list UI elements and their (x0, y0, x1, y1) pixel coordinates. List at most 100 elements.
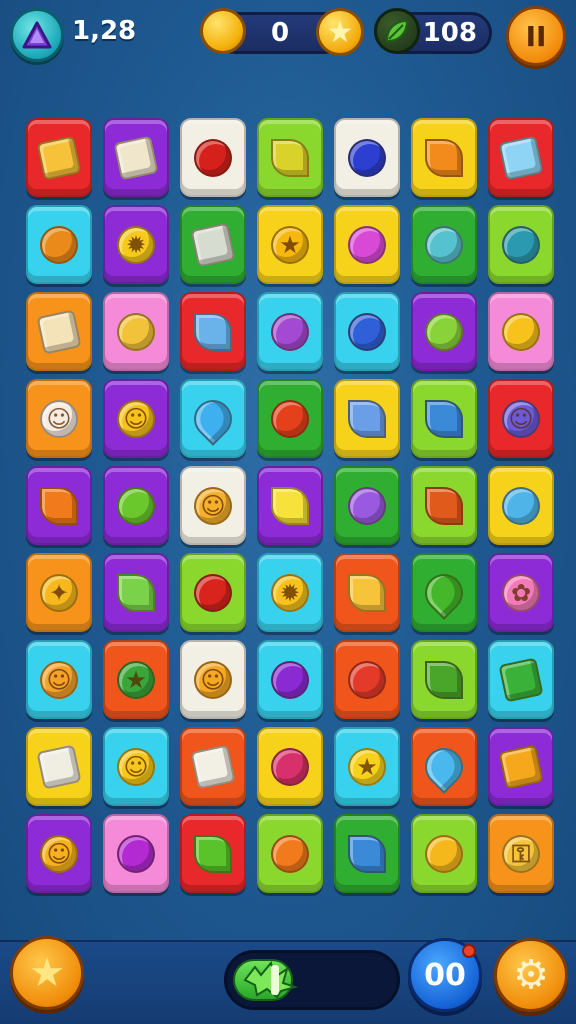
board-tile[interactable] (334, 640, 400, 719)
star-button[interactable]: ★ (10, 936, 84, 1010)
board-tile[interactable]: ✹ (257, 553, 323, 632)
leaf-icon (425, 660, 463, 699)
board-tile[interactable]: ★ (257, 205, 323, 284)
board-tile[interactable] (334, 466, 400, 545)
board-tile[interactable] (411, 379, 477, 458)
leaf-icon (374, 8, 420, 54)
board-tile[interactable]: ★ (103, 640, 169, 719)
board-tile[interactable] (257, 814, 323, 893)
board-tile[interactable] (26, 727, 92, 806)
tile-glyph: ★ (125, 665, 147, 694)
progress-knob[interactable] (271, 965, 279, 995)
board-tile[interactable] (180, 553, 246, 632)
board-tile[interactable] (257, 466, 323, 545)
magenta-candy-icon (117, 834, 155, 873)
board-tile[interactable] (103, 553, 169, 632)
board-tile[interactable] (26, 466, 92, 545)
board-tile[interactable] (26, 292, 92, 371)
board-tile[interactable]: ☺ (488, 379, 554, 458)
board-tile[interactable] (334, 814, 400, 893)
board-tile[interactable] (411, 553, 477, 632)
board-tile[interactable] (488, 640, 554, 719)
cloud-face-icon: ☺ (40, 399, 78, 438)
board-tile[interactable]: ☺ (103, 727, 169, 806)
pause-button[interactable]: II (506, 6, 566, 66)
tile-glyph: ★ (356, 752, 378, 781)
board-tile[interactable] (257, 379, 323, 458)
coin-count: 0 (270, 18, 290, 48)
board-tile[interactable] (26, 118, 92, 197)
sun-face-icon: ☺ (40, 834, 78, 873)
flower-face-icon: ☺ (194, 486, 232, 525)
board-tile[interactable] (180, 205, 246, 284)
star-coin-icon[interactable]: ★ (316, 8, 364, 56)
board-tile[interactable] (180, 292, 246, 371)
acorn-face-icon: ☺ (194, 660, 232, 699)
board-tile[interactable] (488, 118, 554, 197)
board-tile[interactable] (26, 205, 92, 284)
tile-glyph: ☺ (200, 491, 226, 520)
board-tile[interactable] (411, 118, 477, 197)
board-tile[interactable] (334, 379, 400, 458)
board-tile[interactable] (180, 118, 246, 197)
board-tile[interactable] (180, 379, 246, 458)
board-tile[interactable]: ☺ (26, 640, 92, 719)
board-tile[interactable] (257, 118, 323, 197)
board-tile[interactable]: ⚿ (488, 814, 554, 893)
smiley-icon: ☺ (117, 399, 155, 438)
board-tile[interactable]: ☺ (26, 814, 92, 893)
board-tile[interactable] (488, 292, 554, 371)
board-tile[interactable]: ✹ (103, 205, 169, 284)
board-tile[interactable] (334, 118, 400, 197)
magnifier-key-icon (502, 486, 540, 525)
gold-key-icon: ⚿ (502, 834, 540, 873)
board-tile[interactable] (103, 814, 169, 893)
board-tile[interactable] (180, 727, 246, 806)
green-star-icon: ★ (117, 660, 155, 699)
board-tile[interactable] (411, 205, 477, 284)
star-icon: ★ (29, 950, 65, 996)
top-hud: 1,28 0 ★ 108 II (0, 0, 576, 70)
board-tile[interactable] (488, 466, 554, 545)
board-tile[interactable] (411, 466, 477, 545)
tile-glyph: ✦ (48, 578, 70, 607)
moves-count: 00 (424, 957, 466, 993)
board-tile[interactable] (334, 205, 400, 284)
board-tile[interactable] (334, 553, 400, 632)
board-tile[interactable] (103, 292, 169, 371)
board-tile[interactable] (488, 205, 554, 284)
board-tile[interactable] (103, 466, 169, 545)
board-tile[interactable]: ☺ (180, 466, 246, 545)
board-tile[interactable]: ✿ (488, 553, 554, 632)
board-tile[interactable] (103, 118, 169, 197)
board-tile[interactable]: ☺ (26, 379, 92, 458)
board-tile[interactable] (411, 292, 477, 371)
board-tile[interactable] (488, 727, 554, 806)
cheese-icon (36, 134, 82, 181)
board-tile[interactable] (257, 727, 323, 806)
board-tile[interactable] (411, 640, 477, 719)
settings-button[interactable]: ⚙ (494, 938, 568, 1012)
orange-candy-icon (271, 834, 309, 873)
tile-glyph: ⚿ (511, 839, 531, 868)
board-tile[interactable]: ✦ (26, 553, 92, 632)
board-tile[interactable] (411, 727, 477, 806)
tile-glyph: ☺ (46, 839, 72, 868)
blueberry-icon (348, 138, 386, 177)
grape-icon (271, 660, 309, 699)
board-tile[interactable]: ★ (334, 727, 400, 806)
feather-icon (194, 312, 232, 351)
board-tile[interactable] (180, 814, 246, 893)
progress-bar (224, 950, 400, 1010)
board-tile[interactable] (257, 292, 323, 371)
board-tile[interactable] (334, 292, 400, 371)
ring-icon (502, 312, 540, 351)
progress-fill (233, 959, 299, 1001)
triangle-gem-icon[interactable] (10, 8, 64, 62)
board-tile[interactable] (257, 640, 323, 719)
tile-glyph: ☺ (123, 404, 149, 433)
lollipop-icon (348, 225, 386, 264)
board-tile[interactable]: ☺ (180, 640, 246, 719)
board-tile[interactable]: ☺ (103, 379, 169, 458)
board-tile[interactable] (411, 814, 477, 893)
